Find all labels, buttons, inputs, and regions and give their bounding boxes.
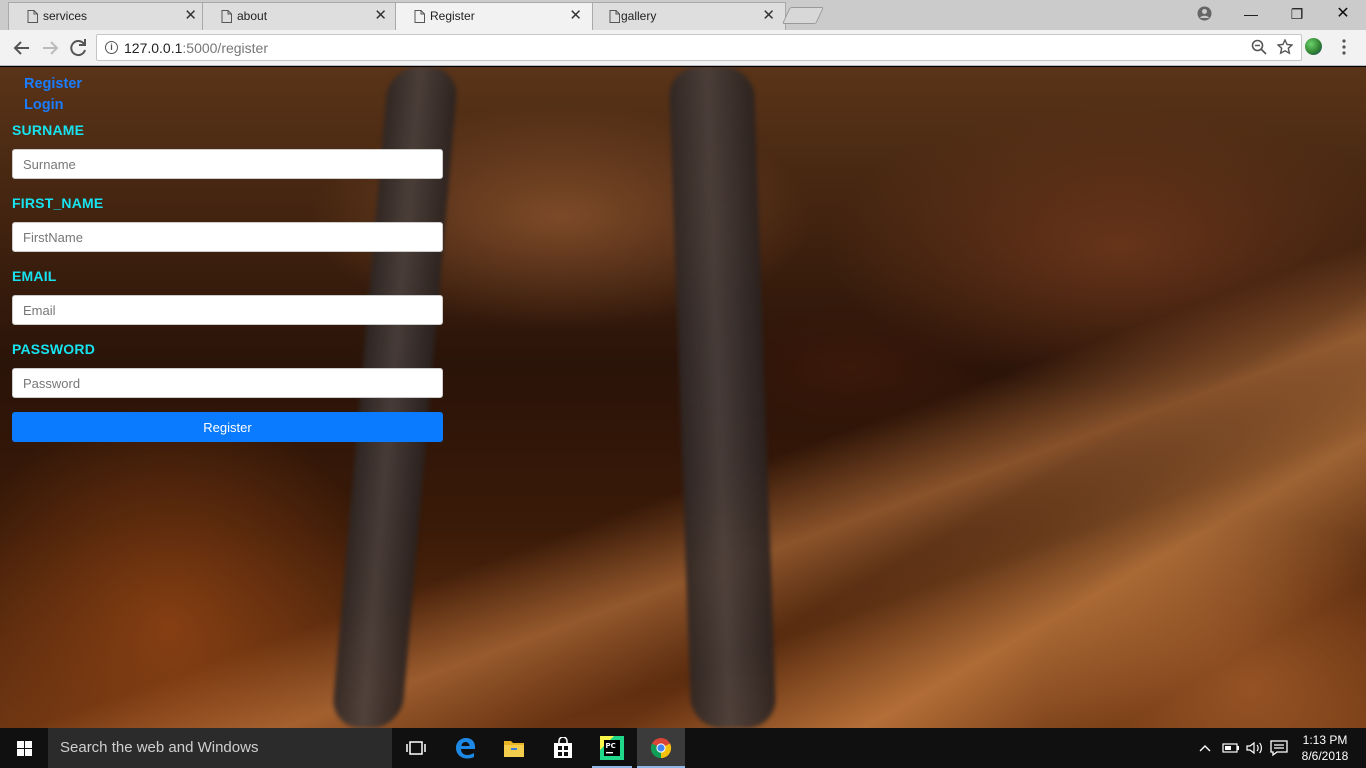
tab-title: gallery: [621, 9, 657, 23]
tab-close-icon[interactable]: ✕: [184, 8, 197, 24]
info-icon[interactable]: i: [105, 41, 118, 54]
profile-icon[interactable]: [1197, 6, 1212, 21]
close-window-button[interactable]: ✕: [1320, 0, 1366, 28]
minimize-button[interactable]: —: [1228, 0, 1274, 28]
restore-button[interactable]: ❐: [1274, 0, 1320, 28]
taskbar-search-placeholder: Search the web and Windows: [60, 739, 259, 756]
zoom-icon[interactable]: [1251, 39, 1267, 55]
login-link[interactable]: Login: [24, 95, 82, 116]
file-explorer-icon[interactable]: [490, 728, 538, 768]
battery-icon[interactable]: [1222, 740, 1240, 756]
chrome-icon[interactable]: [637, 728, 685, 768]
background-photo: [668, 67, 777, 728]
windows-logo-icon: [17, 741, 32, 756]
tab-title: services: [43, 9, 88, 23]
password-label: PASSWORD: [12, 341, 96, 357]
forward-icon[interactable]: [38, 36, 62, 60]
tab-register[interactable]: Register ✕: [395, 2, 593, 30]
new-tab-button[interactable]: [782, 7, 824, 24]
chevron-up-icon[interactable]: [1198, 741, 1212, 755]
browser-tabstrip: services ✕ about ✕ Register ✕ gallery ✕ …: [0, 0, 1366, 30]
register-button[interactable]: Register: [12, 412, 443, 442]
browser-toolbar: i 127.0.0.1:5000/register: [0, 30, 1366, 66]
page-viewport: Register Login SURNAME FIRST_NAME EMAIL …: [0, 67, 1366, 728]
tab-services[interactable]: services ✕: [8, 2, 208, 30]
tab-close-icon[interactable]: ✕: [762, 8, 775, 24]
tab-about[interactable]: about ✕: [202, 2, 398, 30]
volume-icon[interactable]: [1246, 740, 1264, 756]
taskbar-search[interactable]: Search the web and Windows: [48, 728, 392, 768]
extension-icon[interactable]: [1305, 38, 1322, 55]
clock-time: 1:13 PM: [1302, 733, 1348, 747]
bookmark-star-icon[interactable]: [1277, 39, 1293, 55]
url-path: :5000/register: [182, 40, 268, 56]
windows-taskbar: Search the web and Windows PC 1:13 PM 8/…: [0, 728, 1366, 768]
surname-label: SURNAME: [12, 122, 85, 138]
page-icon: [27, 10, 38, 23]
edge-icon[interactable]: [442, 728, 490, 768]
page-nav: Register Login: [24, 74, 82, 116]
store-icon[interactable]: [539, 728, 587, 768]
email-input[interactable]: [12, 295, 443, 325]
first-name-input[interactable]: [12, 222, 443, 252]
first-name-label: FIRST_NAME: [12, 195, 104, 211]
notifications-icon[interactable]: [1270, 739, 1288, 757]
start-button[interactable]: [0, 728, 48, 768]
pycharm-icon[interactable]: PC: [588, 728, 636, 768]
address-bar[interactable]: i 127.0.0.1:5000/register: [96, 34, 1302, 61]
page-icon: [414, 10, 425, 23]
tab-close-icon[interactable]: ✕: [374, 8, 387, 24]
surname-input[interactable]: [12, 149, 443, 179]
tab-close-icon[interactable]: ✕: [569, 8, 582, 24]
url-host: 127.0.0.1: [124, 40, 183, 56]
url-text: 127.0.0.1:5000/register: [124, 40, 268, 56]
tab-gallery[interactable]: gallery ✕: [590, 2, 786, 30]
menu-icon[interactable]: [1336, 38, 1352, 56]
clock-date: 8/6/2018: [1301, 749, 1349, 763]
register-form: SURNAME FIRST_NAME EMAIL PASSWORD Regist…: [12, 122, 443, 442]
password-input[interactable]: [12, 368, 443, 398]
email-label: EMAIL: [12, 268, 57, 284]
register-link[interactable]: Register: [24, 74, 82, 95]
back-icon[interactable]: [10, 36, 34, 60]
tab-title: about: [237, 9, 268, 23]
page-icon: [609, 10, 620, 23]
reload-icon[interactable]: [66, 36, 90, 60]
svg-text:PC: PC: [606, 742, 616, 750]
taskbar-clock[interactable]: 1:13 PM 8/6/2018: [1294, 732, 1356, 764]
tab-title: Register: [430, 9, 475, 23]
page-icon: [221, 10, 232, 23]
task-view-icon[interactable]: [392, 728, 440, 768]
